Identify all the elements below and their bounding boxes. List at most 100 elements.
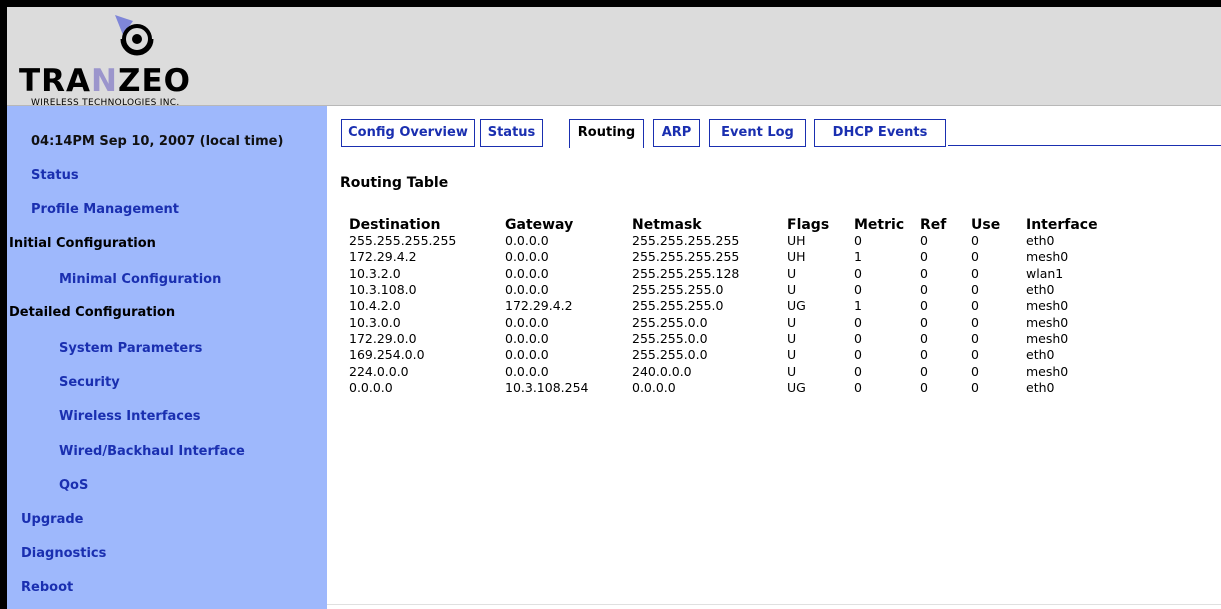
- sidebar-section-initial-configuration: Initial Configuration: [9, 236, 156, 251]
- table-cell: U: [787, 265, 797, 281]
- table-cell: mesh0: [1026, 298, 1069, 314]
- table-cell: 255.255.255.255: [349, 233, 457, 249]
- table-cell: 10.3.108.0: [349, 282, 417, 298]
- table-cell: 255.255.255.128: [632, 265, 740, 281]
- table-row: 169.254.0.0 0.0.0.0 255.255.0.0 U 0 0 0 eth0: [349, 347, 1106, 363]
- table-cell: 0.0.0.0: [505, 330, 549, 346]
- table-cell: 0: [920, 379, 928, 395]
- table-cell: 172.29.4.2: [505, 298, 573, 314]
- table-row: 10.3.2.0 0.0.0.0 255.255.255.128 U 0 0 0 wlan1: [349, 266, 1106, 282]
- table-cell: U: [787, 282, 797, 298]
- table-cell: 0.0.0.0: [505, 233, 549, 249]
- table-cell: 0: [920, 265, 928, 281]
- table-cell: 255.255.255.255: [632, 249, 740, 265]
- table-row: 10.3.108.0 0.0.0.0 255.255.255.0 U 0 0 0 eth0: [349, 282, 1106, 298]
- table-cell: 0: [971, 330, 979, 346]
- table-cell: 0.0.0.0: [505, 347, 549, 363]
- table-cell: 0.0.0.0: [505, 265, 549, 281]
- table-cell: UG: [787, 298, 806, 314]
- tab-dhcp-events[interactable]: DHCP Events: [814, 119, 946, 147]
- table-cell: 0: [854, 347, 862, 363]
- table-cell: 0: [854, 363, 862, 379]
- table-cell: 10.3.2.0: [349, 265, 401, 281]
- column-header: Flags: [787, 217, 830, 233]
- table-row: 255.255.255.255 0.0.0.0 255.255.255.255 UH 0…: [349, 233, 1106, 249]
- sidebar-item-wireless-interfaces[interactable]: Wireless Interfaces: [59, 409, 201, 424]
- sidebar-item-system-parameters[interactable]: System Parameters: [59, 341, 202, 356]
- table-cell: 0.0.0.0: [349, 379, 393, 395]
- tab-routing[interactable]: Routing: [569, 119, 644, 148]
- sidebar-item-minimal-configuration[interactable]: Minimal Configuration: [59, 272, 221, 287]
- table-row: 224.0.0.0 0.0.0.0 240.0.0.0 U 0 0 0 mesh0: [349, 363, 1106, 379]
- table-cell: 0: [971, 379, 979, 395]
- sidebar-item-reboot[interactable]: Reboot: [21, 580, 73, 595]
- table-cell: 255.255.0.0: [632, 314, 708, 330]
- content-bottom-border: [327, 604, 1221, 605]
- table-cell: mesh0: [1026, 363, 1069, 379]
- table-cell: 255.255.0.0: [632, 330, 708, 346]
- column-header: Destination: [349, 217, 441, 233]
- table-row: 10.4.2.0 172.29.4.2 255.255.255.0 UG 1 0 0 mesh…: [349, 298, 1106, 314]
- table-cell: 10.3.108.254: [505, 379, 589, 395]
- tab-status[interactable]: Status: [480, 119, 543, 147]
- sidebar-item-security[interactable]: Security: [59, 375, 120, 390]
- table-cell: 10.3.0.0: [349, 314, 401, 330]
- table-cell: UG: [787, 379, 806, 395]
- table-cell: 1: [854, 298, 862, 314]
- column-header: Use: [971, 217, 1001, 233]
- table-cell: mesh0: [1026, 330, 1069, 346]
- table-cell: 0: [854, 265, 862, 281]
- table-cell: 0: [854, 233, 862, 249]
- table-cell: 0: [854, 314, 862, 330]
- tab-arp[interactable]: ARP: [653, 119, 700, 147]
- tab-event-log[interactable]: Event Log: [709, 119, 806, 147]
- column-header: Interface: [1026, 217, 1098, 233]
- sidebar-item-profile-management[interactable]: Profile Management: [31, 202, 179, 217]
- table-cell: 0: [971, 314, 979, 330]
- table-cell: 172.29.0.0: [349, 330, 417, 346]
- table-cell: eth0: [1026, 282, 1055, 298]
- sidebar-item-wired-backhaul-interface[interactable]: Wired/Backhaul Interface: [59, 444, 245, 459]
- table-cell: 0: [920, 282, 928, 298]
- sidebar: 04:14PM Sep 10, 2007 (local time) Status…: [7, 106, 327, 609]
- table-cell: U: [787, 330, 797, 346]
- table-cell: 0: [920, 363, 928, 379]
- table-cell: UH: [787, 233, 806, 249]
- table-cell: 255.255.255.0: [632, 298, 724, 314]
- page-title: Routing Table: [340, 175, 449, 191]
- sidebar-section-detailed-configuration: Detailed Configuration: [9, 305, 176, 320]
- table-cell: 10.4.2.0: [349, 298, 401, 314]
- table-cell: 169.254.0.0: [349, 347, 425, 363]
- logo-wordmark: TRANZEO: [19, 63, 191, 99]
- table-cell: 0.0.0.0: [505, 282, 549, 298]
- table-cell: 255.255.255.0: [632, 282, 724, 298]
- table-cell: 0.0.0.0: [505, 363, 549, 379]
- table-cell: 0: [920, 249, 928, 265]
- table-cell: 0: [971, 282, 979, 298]
- table-cell: 0: [971, 249, 979, 265]
- table-cell: 255.255.0.0: [632, 347, 708, 363]
- column-header: Metric: [854, 217, 905, 233]
- column-header: Gateway: [505, 217, 574, 233]
- table-cell: 0: [971, 363, 979, 379]
- table-cell: mesh0: [1026, 249, 1069, 265]
- sidebar-item-upgrade[interactable]: Upgrade: [21, 512, 83, 527]
- table-cell: 172.29.4.2: [349, 249, 417, 265]
- window-top-border: [0, 0, 1221, 7]
- sidebar-item-status[interactable]: Status: [31, 168, 79, 183]
- table-cell: 0: [971, 265, 979, 281]
- table-cell: 255.255.255.255: [632, 233, 740, 249]
- table-cell: wlan1: [1026, 265, 1064, 281]
- table-cell: 0.0.0.0: [505, 249, 549, 265]
- tab-config-overview[interactable]: Config Overview: [341, 119, 475, 147]
- table-cell: 0: [854, 282, 862, 298]
- table-header-row: Destination Gateway Netmask Flags Metric…: [349, 211, 1106, 233]
- sidebar-item-qos[interactable]: QoS: [59, 478, 88, 493]
- table-cell: 0: [854, 330, 862, 346]
- table-cell: 0: [920, 347, 928, 363]
- sidebar-item-diagnostics[interactable]: Diagnostics: [21, 546, 106, 561]
- table-cell: 0: [920, 314, 928, 330]
- routing-table: Destination Gateway Netmask Flags Metric…: [349, 211, 1106, 396]
- table-cell: mesh0: [1026, 314, 1069, 330]
- main-content: Config Overview Status Routing ARP Event…: [327, 106, 1221, 609]
